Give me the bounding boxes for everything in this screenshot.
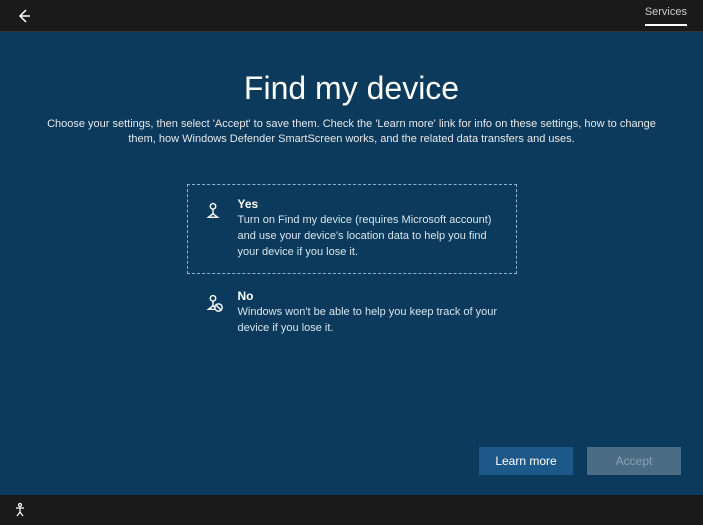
button-row: Learn more Accept bbox=[479, 447, 681, 475]
back-button[interactable] bbox=[16, 8, 32, 24]
option-yes-title: Yes bbox=[238, 197, 502, 211]
option-yes[interactable]: Yes Turn on Find my device (requires Mic… bbox=[187, 184, 517, 274]
location-pin-icon bbox=[202, 199, 224, 221]
services-tab[interactable]: Services bbox=[645, 6, 687, 26]
option-yes-description: Turn on Find my device (requires Microso… bbox=[238, 213, 502, 261]
location-pin-disabled-icon bbox=[202, 291, 224, 313]
accessibility-icon bbox=[12, 502, 28, 518]
option-no[interactable]: No Windows won't be able to help you kee… bbox=[187, 276, 517, 350]
learn-more-button[interactable]: Learn more bbox=[479, 447, 573, 475]
page-subtitle: Choose your settings, then select 'Accep… bbox=[37, 117, 667, 148]
footer-bar bbox=[0, 495, 703, 525]
main-content: Find my device Choose your settings, the… bbox=[0, 32, 703, 475]
back-arrow-icon bbox=[16, 8, 32, 24]
header-bar: Services bbox=[0, 0, 703, 32]
option-no-text: No Windows won't be able to help you kee… bbox=[238, 289, 502, 337]
accept-button[interactable]: Accept bbox=[587, 447, 681, 475]
page-title: Find my device bbox=[244, 70, 459, 107]
option-no-title: No bbox=[238, 289, 502, 303]
options-group: Yes Turn on Find my device (requires Mic… bbox=[187, 184, 517, 352]
accessibility-button[interactable] bbox=[12, 502, 28, 518]
option-yes-text: Yes Turn on Find my device (requires Mic… bbox=[238, 197, 502, 261]
header-right: Services bbox=[645, 6, 687, 26]
option-no-description: Windows won't be able to help you keep t… bbox=[238, 305, 502, 337]
